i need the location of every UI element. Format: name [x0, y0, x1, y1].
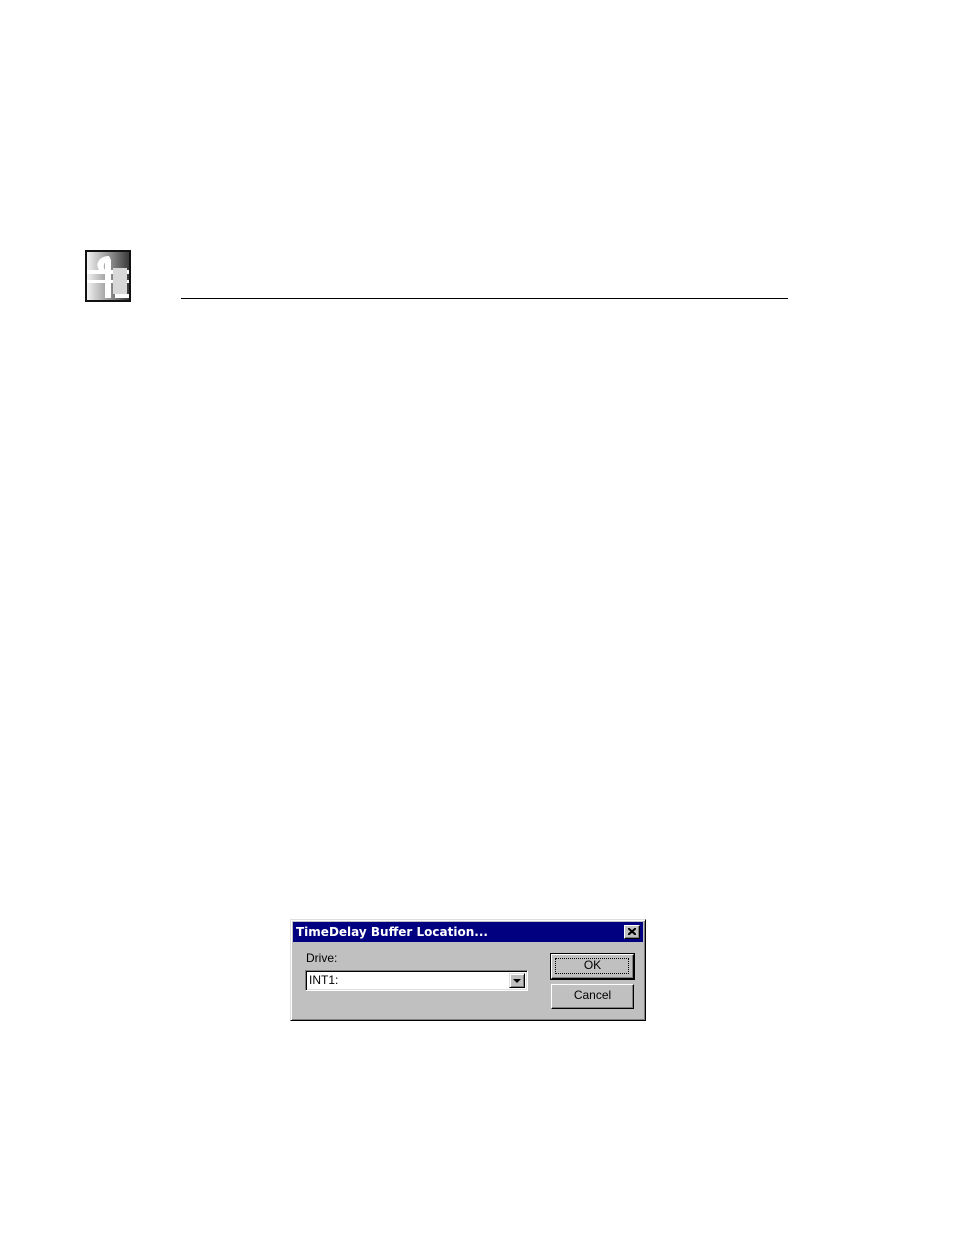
dialog-titlebar[interactable]: TimeDelay Buffer Location... [293, 922, 643, 942]
company-logo-icon [85, 250, 131, 302]
drive-label: Drive: [306, 951, 338, 965]
focus-ring [555, 958, 629, 974]
ok-button[interactable]: OK [550, 953, 635, 980]
cancel-button[interactable]: Cancel [551, 984, 634, 1009]
close-button[interactable] [624, 925, 640, 939]
header-rule [181, 298, 788, 299]
chevron-down-icon [513, 979, 521, 983]
drive-dropdown-button[interactable] [509, 973, 525, 988]
dialog-title: TimeDelay Buffer Location... [296, 925, 488, 939]
drive-selected-value: INT1: [309, 973, 339, 987]
cancel-button-label: Cancel [573, 988, 612, 1002]
close-icon [628, 928, 636, 935]
drive-dropdown[interactable]: INT1: [305, 970, 528, 991]
timedelay-buffer-dialog: TimeDelay Buffer Location... Drive: INT1… [290, 919, 646, 1021]
